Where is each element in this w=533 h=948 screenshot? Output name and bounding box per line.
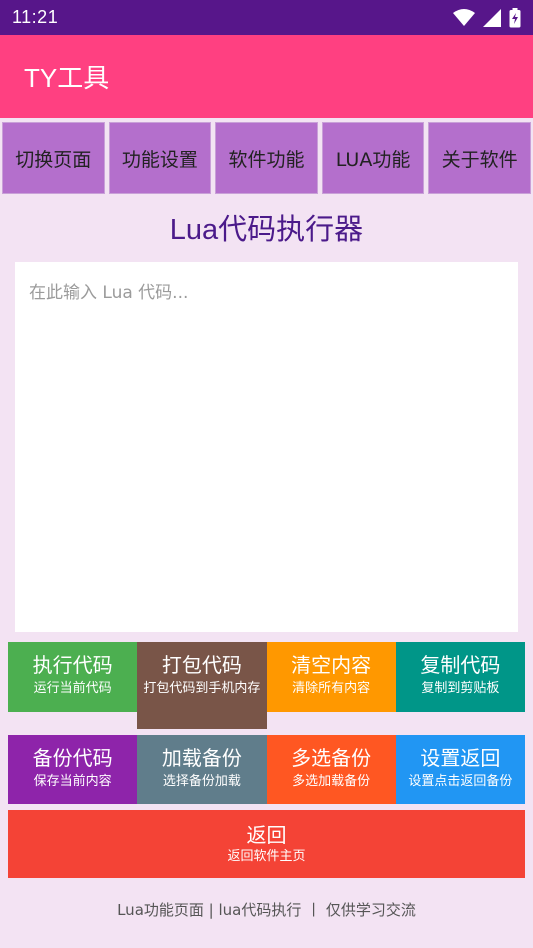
wifi-icon [453,8,475,27]
multi-select-backup-label: 多选备份 [291,746,372,770]
clear-content-button[interactable]: 清空内容 清除所有内容 [266,642,396,712]
copy-code-label: 复制代码 [420,653,501,677]
copy-code-sublabel: 复制到剪贴板 [421,681,500,696]
app-bar: TY工具 [0,35,533,118]
backup-code-sublabel: 保存当前内容 [33,774,112,789]
status-bar: 11:21 [0,0,533,35]
tab-about-software[interactable]: 关于软件 [428,122,531,194]
page-title: Lua代码执行器 [169,214,364,246]
load-backup-button[interactable]: 加载备份 选择备份加载 [137,735,267,804]
load-backup-sublabel: 选择备份加载 [162,774,241,789]
set-return-button[interactable]: 设置返回 设置点击返回备份 [395,735,525,804]
tab-function-settings[interactable]: 功能设置 [108,122,212,194]
backup-code-label: 备份代码 [32,746,113,770]
multi-select-backup-sublabel: 多选加载备份 [292,774,371,789]
copy-code-button[interactable]: 复制代码 复制到剪贴板 [395,642,525,712]
action-row-2: 备份代码 保存当前内容 加载备份 选择备份加载 多选备份 多选加载备份 设置返回… [8,735,525,804]
clear-content-label: 清空内容 [291,653,372,677]
run-code-label: 执行代码 [32,653,113,677]
back-button[interactable]: 返回 返回软件主页 [8,810,525,878]
tab-software-functions[interactable]: 软件功能 [215,122,318,194]
lua-code-input[interactable] [15,262,518,632]
pack-code-label: 打包代码 [161,653,242,677]
back-label: 返回 [246,823,287,847]
pack-code-sublabel: 打包代码到手机内存 [143,681,261,696]
clear-content-sublabel: 清除所有内容 [292,681,371,696]
back-sublabel: 返回软件主页 [227,849,306,864]
set-return-label: 设置返回 [420,746,501,770]
tab-switch-page[interactable]: 切换页面 [2,122,105,194]
battery-charging-icon [509,7,521,28]
action-row-1: 执行代码 运行当前代码 打包代码 打包代码到手机内存 清空内容 清除所有内容 复… [8,642,525,729]
tab-bar: 切换页面 功能设置 软件功能 LUA功能 关于软件 [0,118,533,198]
multi-select-backup-button[interactable]: 多选备份 多选加载备份 [266,735,396,804]
status-icons [453,7,521,28]
set-return-sublabel: 设置点击返回备份 [408,774,513,789]
status-time: 11:21 [12,7,59,27]
run-code-sublabel: 运行当前代码 [33,681,112,696]
pack-code-button[interactable]: 打包代码 打包代码到手机内存 [137,642,267,729]
app-title: TY工具 [24,63,110,93]
load-backup-label: 加载备份 [161,746,242,770]
tab-lua-functions[interactable]: LUA功能 [321,122,425,194]
backup-code-button[interactable]: 备份代码 保存当前内容 [8,735,138,804]
run-code-button[interactable]: 执行代码 运行当前代码 [8,642,138,712]
signal-icon [483,8,501,27]
footer-text: Lua功能页面 | lua代码执行 丨 仅供学习交流 [117,901,416,919]
